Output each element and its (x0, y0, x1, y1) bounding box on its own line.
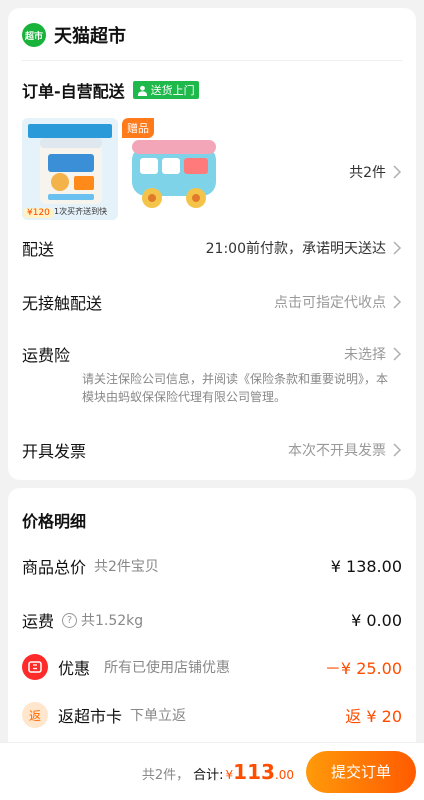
chevron-right-icon (393, 165, 402, 179)
question-icon[interactable]: ? (62, 612, 78, 628)
shipping-sub: 共1.52kg (81, 613, 144, 629)
store-name: 天猫超市 (54, 26, 126, 47)
price-detail-title: 价格明细 (22, 512, 87, 531)
order-card: 超市 天猫超市 订单-自营配送 送货上门 ¥120 1次买齐送到快 赠品 共2件… (8, 8, 416, 480)
order-header: 订单-自营配送 送货上门 (22, 78, 199, 102)
coupon-icon (22, 654, 48, 680)
rebate-sub: 下单立返 (130, 708, 187, 724)
contactless-row[interactable]: 无接触配送 点击可指定代收点 (22, 290, 402, 314)
summary-currency: ¥ (225, 767, 234, 782)
delivery-badge: 送货上门 (132, 81, 199, 99)
contactless-value-text: 点击可指定代收点 (274, 295, 386, 311)
order-summary: 共2件， 合计: ¥ 113 .00 (142, 760, 294, 784)
rebate-icon: 返 (22, 702, 48, 728)
divider (22, 60, 402, 61)
shipping-label: 运费 (22, 612, 55, 631)
delivery-value-text: 21:00前付款，承诺明天送达 (205, 241, 386, 257)
invoice-row[interactable]: 开具发票 本次不开具发票 (22, 438, 402, 462)
chevron-right-icon (393, 443, 402, 457)
summary-total-integer: 113 (233, 759, 275, 784)
invoice-value: 本次不开具发票 (288, 440, 402, 460)
store-header[interactable]: 超市 天猫超市 (22, 22, 126, 48)
shipping-row: 运费 ? 共1.52kg ¥ 0.00 (22, 608, 402, 632)
delivery-label: 配送 (22, 240, 55, 259)
item-count-label: 共2件 (349, 165, 386, 181)
delivery-row[interactable]: 配送 21:00前付款，承诺明天送达 (22, 236, 402, 260)
summary-total-label: 合计: (193, 767, 224, 783)
order-title: 订单-自营配送 (22, 82, 125, 101)
invoice-label: 开具发票 (22, 442, 87, 461)
product-thumbnail[interactable]: ¥120 1次买齐送到快 (22, 118, 118, 220)
rebate-amount: 返 ¥ 20 (345, 707, 402, 726)
milk-powder-image (22, 118, 118, 220)
goods-total-row: 商品总价 共2件宝贝 ¥ 138.00 (22, 554, 402, 578)
price-tag: ¥120 (24, 208, 53, 218)
rebate-label: 返超市卡 (58, 707, 123, 726)
rebate-row: 返 返超市卡 下单立返 返 ¥ 20 (22, 702, 402, 728)
delivery-badge-label: 送货上门 (150, 84, 195, 97)
discount-row: 优惠 所有已使用店铺优惠 －¥ 25.00 (22, 654, 402, 680)
chevron-right-icon (393, 347, 402, 361)
summary-count: 共2件， (141, 767, 190, 783)
goods-total-amount: ¥ 138.00 (330, 556, 402, 576)
insurance-note[interactable]: 请关注保险公司信息，并阅读《保险条款和重要说明》，本模块由蚂蚁保保险代理有限公司… (82, 370, 390, 406)
summary-total-decimal: .00 (274, 767, 294, 782)
discount-amount: －¥ 25.00 (324, 659, 402, 678)
chevron-right-icon (393, 295, 402, 309)
promo-tag: 1次买齐送到快 (54, 207, 108, 216)
insurance-label: 运费险 (22, 346, 71, 365)
gift-thumbnail[interactable]: 赠品 (122, 118, 226, 220)
contactless-label: 无接触配送 (22, 294, 103, 313)
submit-order-button[interactable]: 提交订单 (306, 750, 416, 793)
goods-total-label: 商品总价 (22, 558, 87, 577)
person-icon (137, 85, 147, 96)
insurance-value: 未选择 (344, 344, 402, 364)
insurance-value-text: 未选择 (344, 347, 386, 363)
delivery-value: 21:00前付款，承诺明天送达 (206, 238, 402, 258)
gift-tag: 赠品 (122, 118, 154, 138)
price-detail-card: 价格明细 商品总价 共2件宝贝 ¥ 138.00 运费 ? 共1.52kg ¥ … (8, 488, 416, 750)
contactless-value: 点击可指定代收点 (274, 292, 402, 312)
store-logo: 超市 (22, 23, 46, 47)
shipping-amount: ¥ 0.00 (351, 610, 402, 630)
discount-label: 优惠 (58, 659, 91, 678)
insurance-row[interactable]: 运费险 未选择 (22, 342, 402, 366)
checkout-bar: 共2件， 合计: ¥ 113 .00 提交订单 (0, 742, 424, 800)
discount-sub: 所有已使用店铺优惠 (104, 660, 231, 676)
item-count[interactable]: 共2件 (349, 162, 402, 182)
chevron-right-icon (393, 241, 402, 255)
goods-total-sub: 共2件宝贝 (94, 559, 159, 575)
invoice-value-text: 本次不开具发票 (288, 443, 386, 459)
